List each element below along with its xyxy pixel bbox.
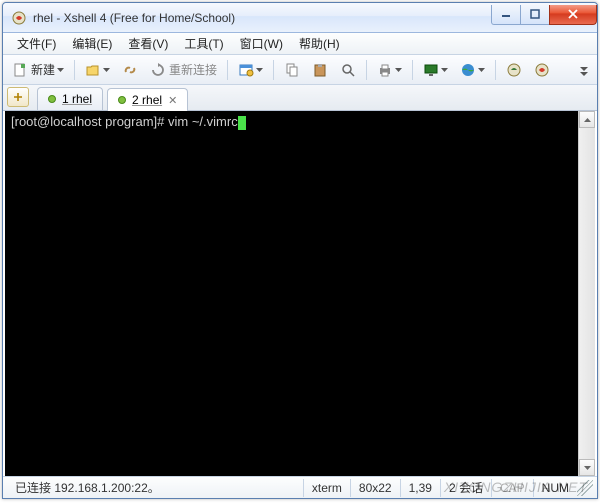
separator bbox=[412, 60, 413, 80]
app-window: rhel - Xshell 4 (Free for Home/School) 文… bbox=[2, 2, 598, 499]
dropdown-icon bbox=[103, 68, 110, 72]
link-icon bbox=[122, 62, 138, 78]
reconnect-label: 重新连接 bbox=[169, 61, 217, 78]
menu-tools[interactable]: 工具(T) bbox=[176, 33, 231, 54]
prompt: [root@localhost program]# bbox=[11, 114, 168, 129]
properties-button[interactable] bbox=[233, 58, 268, 82]
tab-label: 1 rhel bbox=[62, 92, 92, 106]
dropdown-icon bbox=[441, 68, 448, 72]
dropdown-icon bbox=[478, 68, 485, 72]
monitor-icon bbox=[423, 62, 439, 78]
separator bbox=[74, 60, 75, 80]
cursor bbox=[238, 116, 246, 130]
menu-window[interactable]: 窗口(W) bbox=[232, 33, 291, 54]
status-sessions: 2 会话 bbox=[441, 479, 492, 497]
scroll-up-button[interactable] bbox=[579, 111, 595, 128]
scroll-down-button[interactable] bbox=[579, 459, 595, 476]
xftp-button[interactable] bbox=[501, 58, 527, 82]
new-file-icon bbox=[12, 62, 28, 78]
tabbar: 1 rhel 2 rhel ✕ bbox=[3, 85, 597, 111]
minimize-button[interactable] bbox=[491, 5, 521, 25]
resize-grip[interactable] bbox=[577, 480, 593, 496]
dropdown-icon bbox=[57, 68, 64, 72]
folder-open-icon bbox=[85, 62, 101, 78]
copy-button[interactable] bbox=[279, 58, 305, 82]
status-cap: CAP bbox=[492, 479, 534, 497]
scroll-track[interactable] bbox=[579, 128, 595, 459]
new-tab-button[interactable] bbox=[7, 87, 29, 107]
connect-button[interactable] bbox=[117, 58, 143, 82]
status-connection: 已连接 192.168.1.200:22。 bbox=[7, 479, 304, 497]
status-num: NUM bbox=[534, 479, 577, 497]
terminal[interactable]: [root@localhost program]# vim ~/.vimrc bbox=[5, 111, 595, 476]
tab-1[interactable]: 1 rhel bbox=[37, 87, 103, 110]
paste-button[interactable] bbox=[307, 58, 333, 82]
statusbar: 已连接 192.168.1.200:22。 xterm 80x22 1,39 2… bbox=[3, 476, 597, 498]
menu-help[interactable]: 帮助(H) bbox=[291, 33, 348, 54]
new-button[interactable]: 新建 bbox=[7, 58, 69, 82]
menu-view[interactable]: 查看(V) bbox=[120, 33, 176, 54]
command: vim ~/.vimrc bbox=[168, 114, 238, 129]
xftp-icon bbox=[506, 62, 522, 78]
close-button[interactable] bbox=[549, 5, 597, 25]
plus-icon bbox=[13, 92, 23, 102]
paste-icon bbox=[312, 62, 328, 78]
menu-edit[interactable]: 编辑(E) bbox=[64, 33, 120, 54]
refresh-icon bbox=[150, 62, 166, 78]
dropdown-icon bbox=[256, 68, 263, 72]
status-size: 80x22 bbox=[351, 479, 401, 497]
xshell-button[interactable] bbox=[529, 58, 555, 82]
new-button-label: 新建 bbox=[31, 61, 55, 78]
find-button[interactable] bbox=[335, 58, 361, 82]
menu-file[interactable]: 文件(F) bbox=[9, 33, 64, 54]
search-icon bbox=[340, 62, 356, 78]
dropdown-icon bbox=[395, 68, 402, 72]
separator bbox=[227, 60, 228, 80]
printer-icon bbox=[377, 62, 393, 78]
titlebar[interactable]: rhel - Xshell 4 (Free for Home/School) bbox=[3, 3, 597, 33]
tab-label: 2 rhel bbox=[132, 93, 162, 107]
properties-icon bbox=[238, 62, 254, 78]
tab-close-button[interactable]: ✕ bbox=[168, 94, 177, 107]
xshell-icon bbox=[534, 62, 550, 78]
status-pos: 1,39 bbox=[401, 479, 441, 497]
window-title: rhel - Xshell 4 (Free for Home/School) bbox=[33, 11, 492, 25]
open-button[interactable] bbox=[80, 58, 115, 82]
window-buttons bbox=[492, 5, 597, 25]
toolbar-overflow[interactable] bbox=[575, 58, 593, 82]
reconnect-button[interactable]: 重新连接 bbox=[145, 58, 222, 82]
status-term: xterm bbox=[304, 479, 351, 497]
copy-icon bbox=[284, 62, 300, 78]
separator bbox=[273, 60, 274, 80]
separator bbox=[495, 60, 496, 80]
status-dot-icon bbox=[118, 96, 126, 104]
print-button[interactable] bbox=[372, 58, 407, 82]
globe-icon bbox=[460, 62, 476, 78]
toolbar: 新建 重新连接 bbox=[3, 55, 597, 85]
menubar: 文件(F) 编辑(E) 查看(V) 工具(T) 窗口(W) 帮助(H) bbox=[3, 33, 597, 55]
maximize-button[interactable] bbox=[520, 5, 550, 25]
status-dot-icon bbox=[48, 95, 56, 103]
separator bbox=[366, 60, 367, 80]
web-button[interactable] bbox=[455, 58, 490, 82]
terminal-content: [root@localhost program]# vim ~/.vimrc bbox=[5, 111, 577, 476]
scrollbar[interactable] bbox=[578, 111, 595, 476]
tab-2[interactable]: 2 rhel ✕ bbox=[107, 88, 188, 111]
app-icon bbox=[11, 10, 27, 26]
sessions-button[interactable] bbox=[418, 58, 453, 82]
